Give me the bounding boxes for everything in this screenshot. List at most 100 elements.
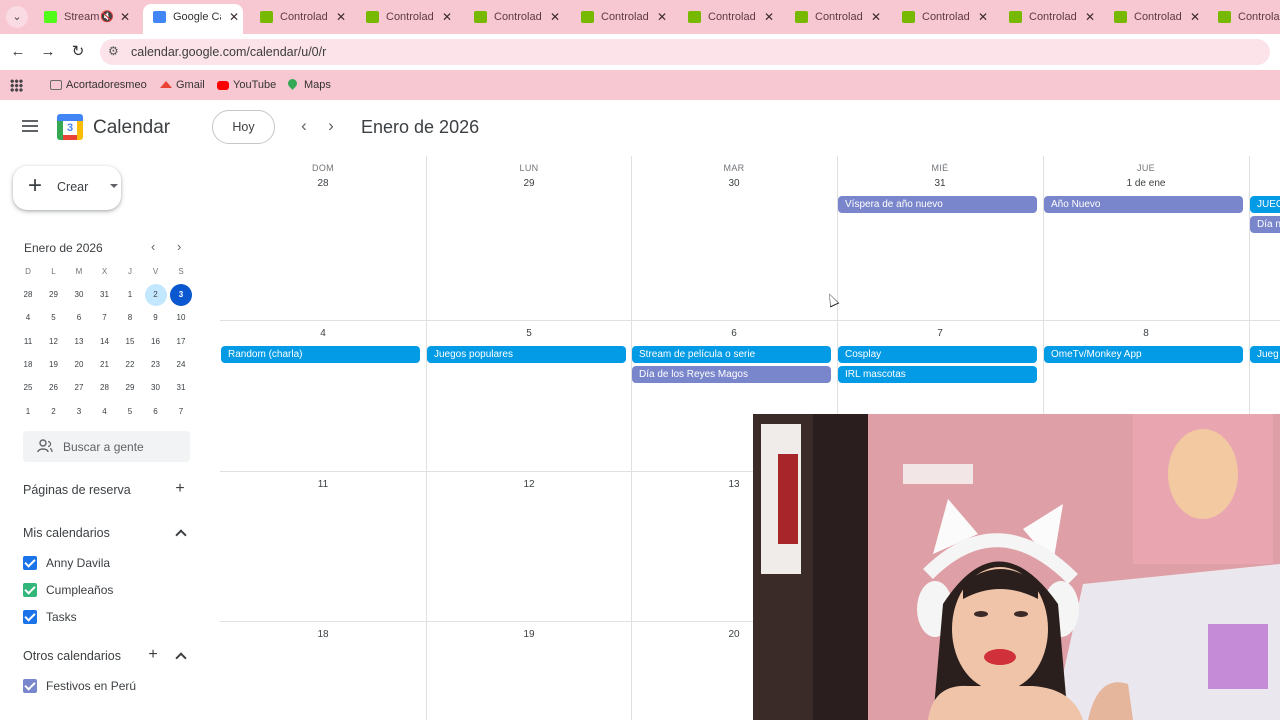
add-other-calendar-icon[interactable]: + — [144, 646, 162, 664]
browser-tab[interactable]: Controlad ✕ — [999, 6, 1099, 28]
calendar-event-chip[interactable]: Random (charla) — [221, 346, 420, 363]
checkbox-checked-icon[interactable] — [23, 679, 37, 693]
calendar-event-chip[interactable]: OmeTv/Monkey App — [1044, 346, 1243, 363]
calendar-event-chip[interactable]: Stream de película o serie — [632, 346, 831, 363]
day-number[interactable]: 4 — [220, 328, 426, 339]
previous-period-icon[interactable]: ‹ — [296, 116, 312, 136]
mini-day[interactable]: 3 — [68, 401, 90, 423]
mini-day[interactable]: 2 — [43, 401, 65, 423]
mini-day[interactable]: 24 — [170, 354, 192, 376]
mini-day[interactable]: 19 — [43, 354, 65, 376]
mini-day[interactable]: 12 — [43, 331, 65, 353]
calendar-event-chip[interactable]: Jueg — [1250, 346, 1280, 363]
mini-day[interactable]: 28 — [94, 377, 116, 399]
reload-icon[interactable]: ↻ — [68, 42, 88, 62]
mini-day[interactable]: 16 — [145, 331, 167, 353]
mini-day[interactable]: 4 — [17, 307, 39, 329]
browser-tab[interactable]: Controlad ✕ — [678, 6, 778, 28]
mini-day[interactable]: 1 — [17, 401, 39, 423]
forward-icon[interactable]: → — [38, 42, 58, 62]
bookmark-item[interactable]: YouTube — [217, 77, 276, 93]
mini-day[interactable]: 5 — [119, 401, 141, 423]
close-tab-icon[interactable]: ✕ — [1085, 6, 1095, 28]
checkbox-checked-icon[interactable] — [23, 610, 37, 624]
mini-day[interactable]: 11 — [17, 331, 39, 353]
bookmark-item[interactable]: Gmail — [160, 77, 205, 93]
browser-tab[interactable]: Controlad ✕ — [571, 6, 671, 28]
calendar-event-chip[interactable]: Año Nuevo — [1044, 196, 1243, 213]
mini-day[interactable]: 28 — [17, 284, 39, 306]
close-tab-icon[interactable]: ✕ — [442, 6, 452, 28]
browser-tab[interactable]: Controlad ✕ — [464, 6, 564, 28]
tab-search-chevron-icon[interactable]: ⌄ — [6, 6, 28, 28]
mini-day[interactable]: 9 — [145, 307, 167, 329]
collapse-other-calendars-icon[interactable] — [175, 652, 187, 664]
mini-day[interactable]: 31 — [94, 284, 116, 306]
day-number[interactable]: 11 — [220, 479, 426, 490]
close-tab-icon[interactable]: ✕ — [229, 4, 239, 30]
mini-day[interactable]: 26 — [43, 377, 65, 399]
mini-day[interactable]: 1 — [119, 284, 141, 306]
mini-day[interactable]: 7 — [170, 401, 192, 423]
browser-tab[interactable]: Google Ca ✕ — [143, 4, 243, 34]
calendar-event-chip[interactable]: JUEG — [1250, 196, 1280, 213]
mini-day[interactable]: 30 — [145, 377, 167, 399]
close-tab-icon[interactable]: ✕ — [978, 6, 988, 28]
apps-grid-icon[interactable] — [10, 79, 23, 92]
mini-day[interactable]: 13 — [68, 331, 90, 353]
calendar-event-chip[interactable]: IRL mascotas — [838, 366, 1037, 383]
mini-day[interactable]: 3 — [170, 284, 192, 306]
mini-prev-month-icon[interactable]: ‹ — [151, 239, 155, 254]
checkbox-checked-icon[interactable] — [23, 583, 37, 597]
day-number[interactable]: 31 — [837, 178, 1043, 189]
main-menu-icon[interactable] — [22, 120, 38, 132]
day-number[interactable]: 19 — [426, 629, 632, 640]
mini-day[interactable]: 15 — [119, 331, 141, 353]
mini-day[interactable]: 25 — [17, 377, 39, 399]
close-tab-icon[interactable]: ✕ — [550, 6, 560, 28]
mini-day[interactable]: 20 — [68, 354, 90, 376]
search-people-input[interactable]: Buscar a gente — [23, 431, 190, 462]
mini-day[interactable]: 30 — [68, 284, 90, 306]
bookmark-item[interactable]: Acortadoresmeo — [50, 77, 147, 93]
browser-tab[interactable]: Controlad ✕ — [892, 6, 992, 28]
mini-day[interactable]: 27 — [68, 377, 90, 399]
mini-day[interactable]: 5 — [43, 307, 65, 329]
day-number[interactable]: 7 — [837, 328, 1043, 339]
calendar-event-chip[interactable]: Día de los Reyes Magos — [632, 366, 831, 383]
mini-day[interactable]: 21 — [94, 354, 116, 376]
close-tab-icon[interactable]: ✕ — [764, 6, 774, 28]
muted-speaker-icon[interactable]: 🔇 — [100, 6, 114, 28]
close-tab-icon[interactable]: ✕ — [657, 6, 667, 28]
mini-day[interactable]: 10 — [170, 307, 192, 329]
browser-tab[interactable]: Controlad — [1208, 6, 1280, 28]
day-number[interactable]: 18 — [220, 629, 426, 640]
calendar-event-chip[interactable]: Juegos populares — [427, 346, 626, 363]
collapse-my-calendars-icon[interactable] — [175, 529, 187, 541]
other-calendars-title[interactable]: Otros calendarios — [23, 649, 121, 663]
mini-day[interactable]: 31 — [170, 377, 192, 399]
mini-next-month-icon[interactable]: › — [177, 239, 181, 254]
mini-day[interactable]: 29 — [43, 284, 65, 306]
browser-tab[interactable]: Stream 🔇 ✕ — [34, 6, 134, 28]
next-period-icon[interactable]: › — [323, 116, 339, 136]
close-tab-icon[interactable]: ✕ — [336, 6, 346, 28]
address-bar[interactable]: ⚙ calendar.google.com/calendar/u/0/r — [100, 39, 1270, 65]
browser-tab[interactable]: Controlad ✕ — [250, 6, 350, 28]
mini-day[interactable]: 6 — [145, 401, 167, 423]
day-number[interactable]: 6 — [631, 328, 837, 339]
day-number[interactable]: 28 — [220, 178, 426, 189]
mini-day[interactable]: 6 — [68, 307, 90, 329]
create-button[interactable]: + Crear — [13, 166, 121, 210]
day-number[interactable]: 1 de ene — [1043, 178, 1249, 189]
mini-day[interactable]: 29 — [119, 377, 141, 399]
day-number[interactable]: 8 — [1043, 328, 1249, 339]
mini-day[interactable]: 18 — [17, 354, 39, 376]
mini-day[interactable]: 8 — [119, 307, 141, 329]
mini-day[interactable]: 14 — [94, 331, 116, 353]
checkbox-checked-icon[interactable] — [23, 556, 37, 570]
add-booking-page-icon[interactable]: + — [171, 480, 189, 498]
mini-day[interactable]: 17 — [170, 331, 192, 353]
close-tab-icon[interactable]: ✕ — [120, 6, 130, 28]
mini-day[interactable]: 23 — [145, 354, 167, 376]
